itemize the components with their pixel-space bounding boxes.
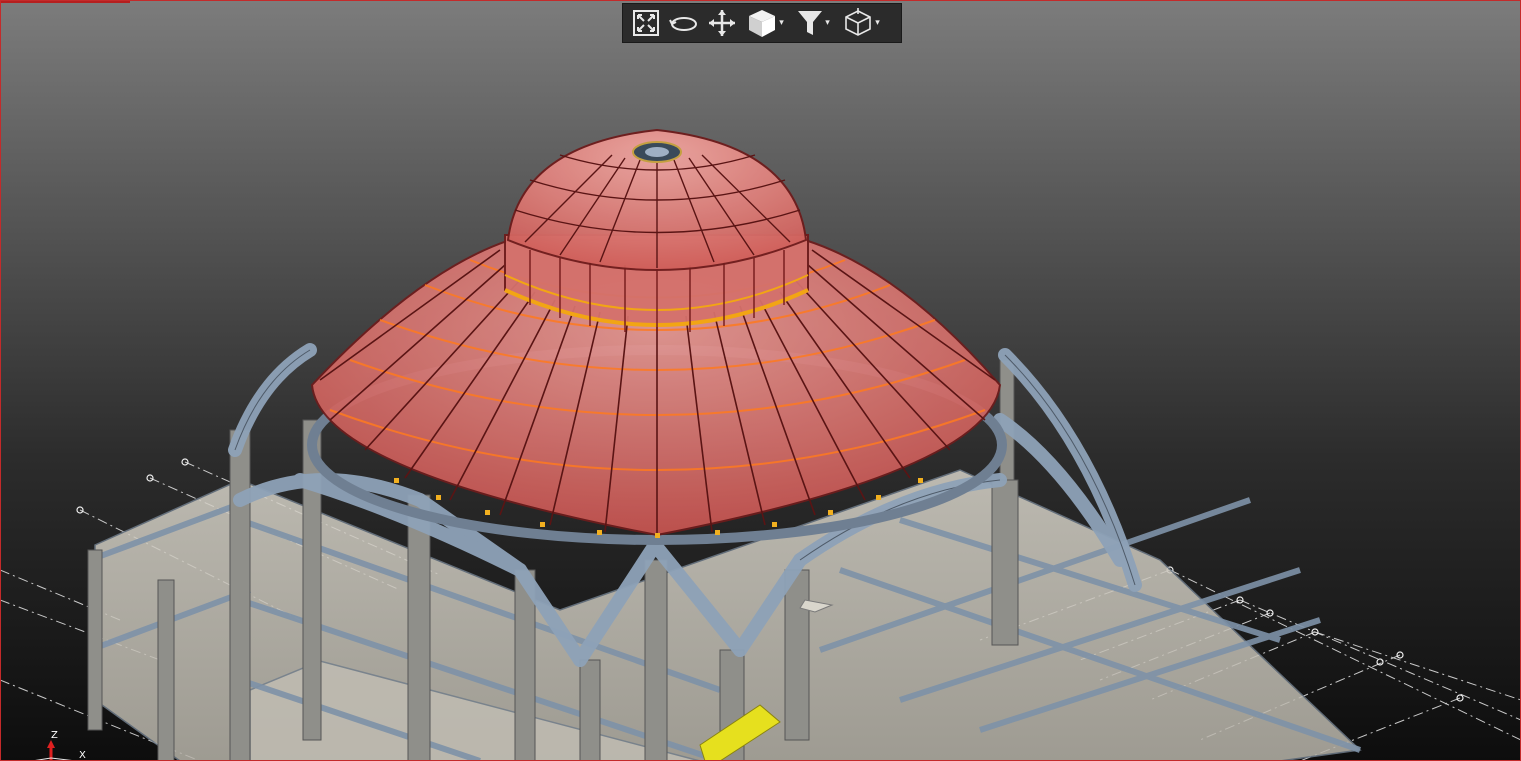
3d-model-scene[interactable]: [0, 0, 1521, 761]
chevron-down-icon[interactable]: ▾: [779, 18, 784, 28]
zoom-extents-icon: [633, 10, 659, 36]
orbit-icon: [669, 17, 697, 31]
view-cube-icon: [749, 10, 776, 37]
axis-x-label: X: [79, 750, 86, 761]
filter-icon: [798, 11, 823, 35]
pan-button[interactable]: [703, 6, 741, 40]
view-toolbar: ▾ ▾ ▾: [622, 3, 902, 43]
zoom-extents-button[interactable]: [627, 6, 665, 40]
section-box-icon: [845, 8, 872, 36]
active-view-indicator: [0, 0, 130, 3]
3d-viewport[interactable]: ▾ ▾ ▾ Z X: [0, 0, 1521, 761]
chevron-down-icon[interactable]: ▾: [875, 18, 880, 28]
section-box-button[interactable]: ▾: [837, 6, 885, 40]
chevron-down-icon[interactable]: ▾: [825, 18, 830, 28]
orbit-button[interactable]: [665, 6, 703, 40]
upper-dome: [506, 128, 808, 271]
axis-triad-icon: [31, 740, 77, 761]
view-cube-button[interactable]: ▾: [741, 6, 789, 40]
axis-z-label: Z: [51, 730, 58, 741]
axis-triad: Z X: [18, 730, 98, 761]
filter-button[interactable]: ▾: [789, 6, 837, 40]
pan-icon: [709, 10, 735, 36]
